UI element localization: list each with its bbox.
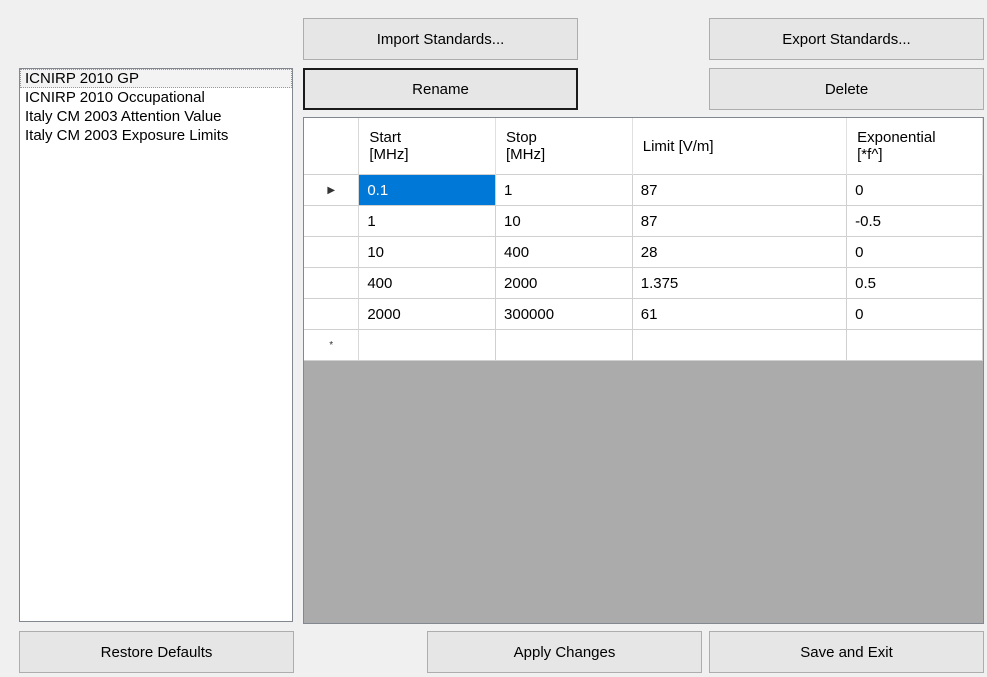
grid-cell-stop[interactable] [495, 329, 633, 361]
grid-header-row: Start [MHz] Stop [MHz] Limit [V/m] Exponen… [304, 118, 983, 175]
grid-cell-start[interactable]: 1 [358, 205, 497, 237]
new-row-asterisk-icon[interactable]: * [304, 329, 360, 361]
table-row[interactable]: 2000 300000 61 0 [304, 298, 983, 330]
grid-cell-stop[interactable]: 300000 [495, 298, 633, 330]
column-header-unit: [MHz] [369, 146, 409, 163]
grid-cell-stop[interactable]: 400 [495, 236, 633, 268]
apply-changes-label: Apply Changes [513, 643, 616, 661]
column-header-label: Limit [V/m] [642, 137, 714, 155]
list-item[interactable]: ICNIRP 2010 Occupational [20, 88, 292, 107]
grid-cell-stop[interactable]: 2000 [495, 267, 633, 299]
limits-data-grid[interactable]: Start [MHz] Stop [MHz] Limit [V/m] Exponen… [303, 117, 984, 624]
standards-listbox[interactable]: ICNIRP 2010 GP ICNIRP 2010 Occupational … [19, 68, 293, 622]
grid-cell-limit[interactable] [631, 329, 848, 361]
grid-cell-start[interactable]: 2000 [358, 298, 497, 330]
grid-cell-exponential[interactable]: -0.5 [846, 205, 983, 237]
grid-cell-start[interactable]: 400 [358, 267, 497, 299]
list-item[interactable]: ICNIRP 2010 GP [20, 69, 292, 88]
table-row[interactable]: 1 10 87 -0.5 [304, 205, 983, 237]
grid-cell-stop[interactable]: 1 [495, 174, 633, 206]
row-header-corner [304, 118, 360, 175]
rename-label: Rename [412, 80, 469, 98]
save-and-exit-label: Save and Exit [800, 643, 893, 661]
column-header-unit: [*f^] [857, 146, 883, 163]
column-header-start[interactable]: Start [MHz] [358, 118, 497, 175]
grid-cell-limit[interactable]: 61 [631, 298, 848, 330]
delete-button[interactable]: Delete [709, 68, 984, 110]
column-header-label: Stop [506, 129, 537, 146]
column-header-stop[interactable]: Stop [MHz] [495, 118, 633, 175]
delete-label: Delete [824, 80, 869, 98]
current-row-indicator-icon[interactable]: ▶ [304, 174, 360, 206]
grid-cell-limit[interactable]: 87 [631, 205, 848, 237]
grid-cell-exponential[interactable]: 0 [846, 174, 983, 206]
grid-cell-limit[interactable]: 28 [631, 236, 848, 268]
restore-defaults-label: Restore Defaults [100, 643, 213, 661]
column-header-exponential[interactable]: Exponential [*f^] [846, 118, 983, 175]
import-standards-button[interactable]: Import Standards... [303, 18, 578, 60]
grid-cell-limit[interactable]: 1.375 [631, 267, 848, 299]
rename-button[interactable]: Rename [303, 68, 578, 110]
grid-cell-exponential[interactable] [846, 329, 983, 361]
table-row[interactable]: ▶ 0.1 1 87 0 [304, 174, 983, 206]
column-header-limit[interactable]: Limit [V/m] [632, 118, 848, 175]
row-header[interactable] [304, 298, 360, 330]
column-header-label: Start [369, 129, 402, 146]
row-header[interactable] [304, 236, 360, 268]
column-header-label: Exponential [857, 129, 936, 146]
grid-cell-limit[interactable]: 87 [631, 174, 848, 206]
row-header[interactable] [304, 205, 360, 237]
grid-cell-exponential[interactable]: 0 [846, 298, 983, 330]
grid-cell-exponential[interactable]: 0 [846, 236, 983, 268]
restore-defaults-button[interactable]: Restore Defaults [19, 631, 294, 673]
grid-cell-start[interactable]: 10 [358, 236, 497, 268]
export-standards-label: Export Standards... [782, 30, 911, 48]
grid-cell-start[interactable] [358, 329, 497, 361]
apply-changes-button[interactable]: Apply Changes [427, 631, 702, 673]
grid-cell-exponential[interactable]: 0.5 [846, 267, 983, 299]
import-standards-label: Import Standards... [376, 30, 505, 48]
save-and-exit-button[interactable]: Save and Exit [709, 631, 984, 673]
grid-cell-stop[interactable]: 10 [495, 205, 633, 237]
column-header-unit: [MHz] [506, 146, 546, 163]
table-row[interactable]: 400 2000 1.375 0.5 [304, 267, 983, 299]
list-item[interactable]: Italy CM 2003 Attention Value [20, 107, 292, 126]
row-header[interactable] [304, 267, 360, 299]
new-row[interactable]: * [304, 329, 983, 361]
grid-cell-start[interactable]: 0.1 [358, 174, 497, 206]
export-standards-button[interactable]: Export Standards... [709, 18, 984, 60]
table-row[interactable]: 10 400 28 0 [304, 236, 983, 268]
list-item[interactable]: Italy CM 2003 Exposure Limits [20, 126, 292, 145]
